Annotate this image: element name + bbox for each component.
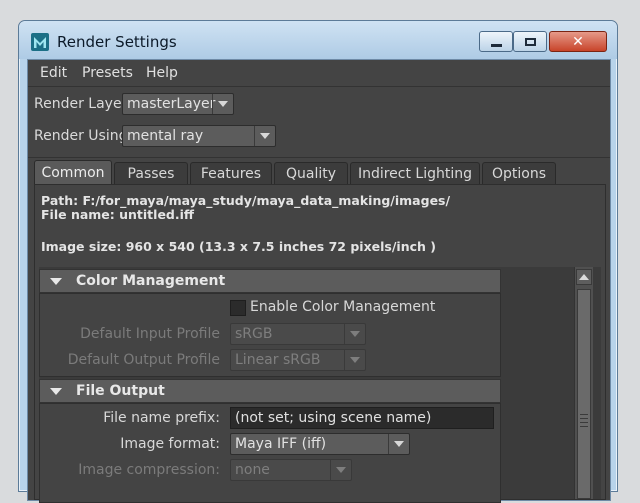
dropdown-arrow-icon bbox=[388, 434, 409, 454]
close-button[interactable]: ✕ bbox=[549, 31, 607, 52]
file-name-prefix-label: File name prefix: bbox=[103, 410, 220, 426]
image-compression-value: none bbox=[235, 462, 270, 478]
tab-options[interactable]: Options bbox=[482, 162, 556, 184]
default-input-profile-dropdown[interactable]: sRGB bbox=[230, 323, 366, 345]
maya-app-icon bbox=[31, 33, 49, 51]
image-size: Image size: 960 x 540 (13.3 x 7.5 inches… bbox=[41, 239, 436, 254]
dropdown-arrow-icon bbox=[254, 126, 275, 146]
dropdown-arrow-icon bbox=[344, 350, 365, 370]
render-using-label: Render Using bbox=[34, 128, 128, 144]
tab-passes[interactable]: Passes bbox=[114, 162, 188, 184]
settings-scroll-area: Color Management Enable Color Management… bbox=[39, 267, 601, 503]
maximize-icon bbox=[524, 37, 536, 46]
file-output-body: File name prefix: (not set; using scene … bbox=[39, 403, 501, 503]
tab-features[interactable]: Features bbox=[190, 162, 272, 184]
render-using-dropdown[interactable]: mental ray bbox=[122, 125, 276, 147]
minimize-icon bbox=[490, 44, 502, 47]
default-input-profile-label: Default Input Profile bbox=[80, 326, 220, 342]
client-area: Edit Presets Help Render Layer masterLay… bbox=[27, 59, 611, 503]
enable-color-management-checkbox[interactable] bbox=[230, 300, 246, 316]
render-using-value: mental ray bbox=[127, 128, 204, 144]
close-icon: ✕ bbox=[572, 33, 584, 50]
enable-color-management-label: Enable Color Management bbox=[250, 299, 436, 315]
default-output-profile-value: Linear sRGB bbox=[235, 352, 321, 368]
scroll-up-button[interactable] bbox=[576, 269, 592, 285]
collapse-triangle-icon bbox=[50, 388, 62, 395]
file-name-prefix-field[interactable]: (not set; using scene name) bbox=[230, 407, 494, 429]
image-compression-label: Image compression: bbox=[78, 462, 220, 478]
minimize-button[interactable] bbox=[479, 31, 513, 52]
file-output-title: File Output bbox=[76, 383, 165, 399]
maximize-button[interactable] bbox=[513, 31, 547, 52]
vertical-scrollbar[interactable] bbox=[574, 267, 593, 499]
tab-bar: Common Passes Features Quality Indirect … bbox=[34, 160, 610, 184]
divider bbox=[28, 86, 610, 87]
render-settings-window: Render Settings ✕ Edit Presets Help Rend… bbox=[18, 20, 618, 503]
image-format-label: Image format: bbox=[120, 436, 220, 452]
menu-help[interactable]: Help bbox=[146, 65, 178, 81]
color-management-title: Color Management bbox=[76, 273, 226, 289]
divider bbox=[28, 157, 610, 158]
dropdown-arrow-icon bbox=[330, 460, 351, 480]
dropdown-arrow-icon bbox=[212, 94, 233, 114]
tab-quality[interactable]: Quality bbox=[274, 162, 348, 184]
common-tab-panel: Path: F:/for_maya/maya_study/maya_data_m… bbox=[34, 184, 606, 503]
scrollbar-thumb[interactable] bbox=[577, 289, 591, 499]
render-layer-dropdown[interactable]: masterLayer bbox=[122, 93, 234, 115]
file-output-header[interactable]: File Output bbox=[39, 379, 501, 403]
menu-edit[interactable]: Edit bbox=[40, 65, 67, 81]
default-output-profile-dropdown[interactable]: Linear sRGB bbox=[230, 349, 366, 371]
title-bar[interactable]: Render Settings ✕ bbox=[19, 21, 617, 59]
menu-presets[interactable]: Presets bbox=[82, 65, 133, 81]
tab-common[interactable]: Common bbox=[34, 160, 112, 184]
image-format-value: Maya IFF (iff) bbox=[235, 436, 327, 452]
default-input-profile-value: sRGB bbox=[235, 326, 273, 342]
image-compression-dropdown[interactable]: none bbox=[230, 459, 352, 481]
scroll-up-icon bbox=[579, 274, 589, 280]
render-layer-value: masterLayer bbox=[127, 96, 216, 112]
image-path: Path: F:/for_maya/maya_study/maya_data_m… bbox=[41, 193, 451, 208]
default-output-profile-label: Default Output Profile bbox=[67, 352, 220, 368]
tab-indirect-lighting[interactable]: Indirect Lighting bbox=[350, 162, 480, 184]
dropdown-arrow-icon bbox=[344, 324, 365, 344]
render-layer-label: Render Layer bbox=[34, 96, 128, 112]
color-management-header[interactable]: Color Management bbox=[39, 269, 501, 293]
color-management-body: Enable Color Management Default Input Pr… bbox=[39, 293, 501, 377]
collapse-triangle-icon bbox=[50, 278, 62, 285]
image-format-dropdown[interactable]: Maya IFF (iff) bbox=[230, 433, 410, 455]
menu-bar: Edit Presets Help bbox=[28, 60, 610, 86]
window-title: Render Settings bbox=[57, 33, 177, 51]
file-name: File name: untitled.iff bbox=[41, 207, 195, 222]
